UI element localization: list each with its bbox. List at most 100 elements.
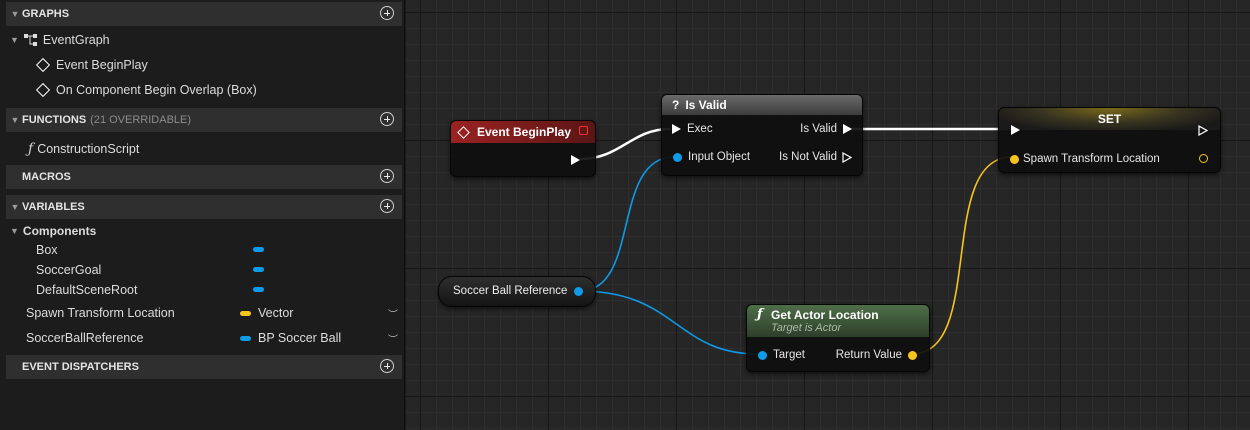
component-label: Box [36, 243, 58, 257]
input-object-pin[interactable]: Input Object [673, 151, 750, 163]
variable-item-soccerballreference[interactable]: SoccerBallReference [26, 328, 143, 348]
dispatchers-title: EVENT DISPATCHERS [22, 361, 139, 373]
eye-closed-icon[interactable]: ︶ [388, 306, 398, 321]
pin-label: Is Not Valid [779, 151, 837, 163]
is-valid-node[interactable]: ? Is Valid Exec Is Valid Input Object Is… [661, 94, 863, 176]
return-value-out-pin[interactable]: Return Value [836, 349, 917, 361]
object-wire-ref-inputobject [579, 156, 675, 292]
exec-out-pin[interactable] [571, 155, 580, 165]
graphs-title: GRAPHS [22, 8, 70, 20]
event-icon [35, 82, 51, 98]
exec-pin-icon [672, 124, 681, 134]
is-not-valid-out-pin[interactable]: Is Not Valid [779, 151, 852, 163]
get-actor-location-node[interactable]: ƒ Get Actor Location Target is Actor Tar… [746, 304, 930, 372]
exec-in-pin[interactable] [1011, 125, 1020, 135]
graphs-section-header[interactable]: ▼ GRAPHS [6, 2, 402, 26]
graph-icon [23, 34, 37, 46]
collapse-arrow-icon[interactable]: ▼ [8, 202, 22, 212]
add-function-icon[interactable] [380, 112, 394, 126]
variable-type-label: BP Soccer Ball [258, 331, 342, 345]
exec-pin-empty-icon [842, 151, 852, 163]
overridable-count: (21 OVERRIDABLE) [90, 114, 192, 126]
event-dispatchers-section-header[interactable]: EVENT DISPATCHERS [6, 355, 402, 379]
spawn-transform-location-in-pin[interactable]: Spawn Transform Location [1010, 153, 1160, 165]
tree-item-component-overlap[interactable]: On Component Begin Overlap (Box) [35, 80, 257, 100]
event-graph-canvas[interactable]: Event BeginPlay ? Is Valid Exec Is Valid… [406, 0, 1250, 430]
tree-item-event-beginplay[interactable]: Event BeginPlay [35, 55, 148, 75]
exec-in-pin[interactable]: Exec [672, 123, 713, 135]
expand-arrow-icon[interactable]: ▼ [10, 35, 19, 45]
components-label: Components [22, 224, 97, 238]
macro-question-icon: ? [672, 98, 680, 112]
node-title: Is Valid [685, 98, 727, 112]
component-item-box[interactable]: Box [36, 240, 58, 260]
my-blueprint-panel: ▼ GRAPHS ▼ EventGraph Event BeginPlay On… [0, 0, 405, 430]
expand-arrow-icon[interactable]: ▼ [10, 226, 19, 236]
component-item-soccergoal[interactable]: SoccerGoal [36, 260, 101, 280]
object-type-pill [253, 267, 264, 272]
variable-type-label: Vector [258, 306, 294, 320]
collapse-arrow-icon[interactable]: ▼ [8, 9, 22, 19]
object-out-pin[interactable] [574, 287, 583, 296]
pin-label: Target [773, 349, 805, 361]
add-variable-icon[interactable] [380, 199, 394, 213]
vector-pin-icon [908, 350, 917, 360]
object-type-pill [240, 335, 251, 341]
target-in-pin[interactable]: Target [758, 349, 805, 361]
variable-name: SoccerBallReference [26, 331, 144, 345]
event-icon [35, 57, 51, 73]
eye-closed-icon[interactable]: ︶ [388, 331, 398, 346]
eventgraph-label: EventGraph [42, 33, 110, 47]
pin-label: Exec [687, 123, 713, 135]
node-title: SET [1097, 112, 1122, 126]
components-category[interactable]: ▼ Components [10, 221, 96, 241]
variable-type-bp-soccer-ball[interactable]: BP Soccer Ball [240, 331, 341, 345]
component-label: DefaultSceneRoot [36, 283, 138, 297]
functions-title: FUNCTIONS [22, 114, 87, 126]
object-type-pill [253, 247, 264, 252]
macros-title: MACROS [22, 171, 71, 183]
variable-item-spawn-transform-location[interactable]: Spawn Transform Location [26, 303, 175, 323]
add-dispatcher-icon[interactable] [380, 359, 394, 373]
add-macro-icon[interactable] [380, 169, 394, 183]
node-header: ƒ Get Actor Location Target is Actor [747, 305, 929, 337]
exec-out-pin[interactable] [1198, 125, 1208, 136]
functions-section-header[interactable]: ▼ FUNCTIONS (21 OVERRIDABLE) [6, 108, 402, 132]
pin-label: Return Value [835, 349, 902, 361]
node-subtitle: Target is Actor [771, 322, 842, 334]
node-header: ? Is Valid [662, 95, 862, 115]
getter-label: Soccer Ball Reference [453, 285, 568, 297]
vector-type-pill [240, 310, 251, 316]
node-header: SET [999, 108, 1220, 130]
component-item-defaultsceneroot[interactable]: DefaultSceneRoot [36, 280, 137, 300]
variables-section-header[interactable]: ▼ VARIABLES [6, 195, 402, 219]
variable-type-vector[interactable]: Vector [240, 306, 293, 320]
variables-title: VARIABLES [22, 201, 85, 213]
soccer-ball-reference-getter[interactable]: Soccer Ball Reference [438, 276, 596, 307]
object-pin-icon [758, 350, 767, 360]
set-variable-node[interactable]: SET Spawn Transform Location [998, 107, 1221, 173]
tree-item-construction-script[interactable]: ƒ ConstructionScript [28, 139, 139, 159]
function-icon: ƒ [28, 141, 34, 157]
event-label: Event BeginPlay [56, 58, 148, 72]
add-graph-icon[interactable] [380, 6, 394, 20]
object-type-pill [253, 287, 264, 292]
macros-section-header[interactable]: MACROS [6, 165, 402, 189]
function-icon: ƒ [757, 307, 763, 322]
node-title: Get Actor Location [771, 308, 879, 322]
pin-label: Input Object [688, 151, 751, 163]
event-beginplay-node[interactable]: Event BeginPlay [450, 120, 596, 177]
vector-pin-icon [1010, 154, 1019, 164]
is-valid-out-pin[interactable]: Is Valid [800, 123, 852, 135]
event-label: On Component Begin Overlap (Box) [56, 83, 257, 97]
event-icon [457, 125, 470, 139]
collapse-arrow-icon[interactable]: ▼ [8, 115, 22, 125]
output-delegate-icon[interactable] [579, 126, 588, 135]
vector-out-pin[interactable] [1199, 154, 1208, 163]
tree-item-eventgraph[interactable]: ▼ EventGraph [10, 30, 110, 50]
function-label: ConstructionScript [37, 142, 140, 156]
pin-label: Is Valid [800, 123, 837, 135]
node-header: Event BeginPlay [451, 121, 595, 143]
pin-label: Spawn Transform Location [1023, 153, 1160, 165]
node-title: Event BeginPlay [477, 125, 572, 139]
